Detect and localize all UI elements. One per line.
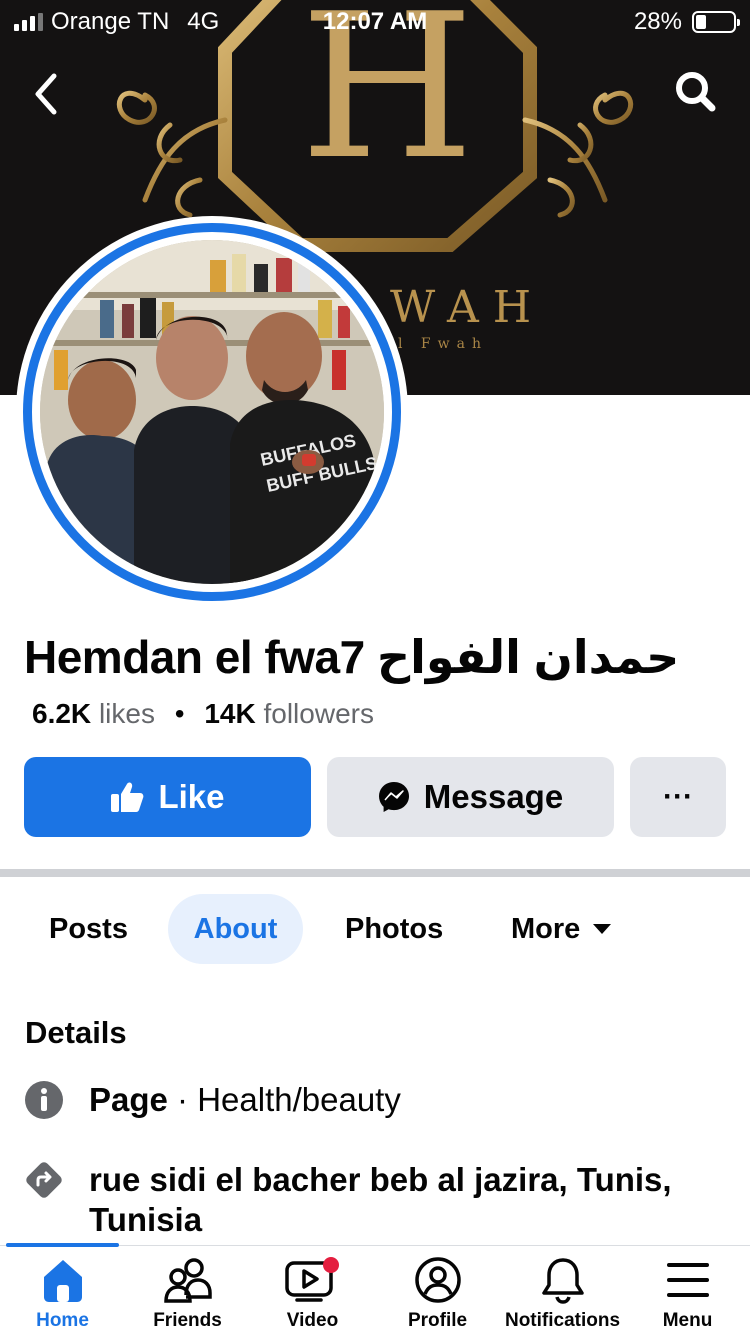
more-options-label: ··· [663, 780, 693, 813]
nav-home-label: Home [36, 1310, 89, 1331]
search-icon [676, 72, 716, 112]
status-bar: Orange TN 4G 12:07 AM 28% [0, 0, 750, 44]
messenger-icon [378, 782, 409, 812]
category-prefix: Page [89, 1081, 168, 1118]
tab-about-label: About [193, 912, 278, 945]
profile-photo: BUFFALOS BUFF BULLS [40, 240, 384, 584]
nav-profile[interactable]: Profile [375, 1254, 500, 1332]
category-value[interactable]: Health/beauty [197, 1081, 401, 1118]
details-heading: Details [25, 1015, 127, 1050]
like-button-label: Like [158, 778, 225, 815]
nav-menu[interactable]: Menu [625, 1254, 750, 1332]
nav-friends-label: Friends [153, 1310, 222, 1331]
back-button[interactable] [24, 66, 72, 122]
battery-level [696, 15, 706, 29]
video-icon [284, 1257, 339, 1302]
stats-separator: • [174, 698, 185, 729]
message-button-label: Message [423, 778, 564, 815]
likes-label: likes [98, 698, 155, 729]
notification-dot [322, 1257, 339, 1273]
nav-notifications[interactable]: Notifications [500, 1254, 625, 1332]
section-divider [0, 869, 750, 877]
bell-icon [541, 1258, 584, 1304]
caret-down-icon [593, 924, 612, 934]
profile-photo-illustration: BUFFALOS BUFF BULLS [40, 240, 384, 584]
category-separator: · [167, 1081, 198, 1118]
more-options-button[interactable]: ··· [630, 757, 726, 837]
tab-posts-label: Posts [49, 912, 128, 945]
page-category: Page · Health/beauty [89, 1080, 401, 1120]
followers-count: 14K [204, 698, 256, 729]
nav-notifications-label: Notifications [504, 1310, 621, 1331]
nav-video-label: Video [286, 1310, 339, 1331]
nav-video[interactable]: Video [250, 1254, 375, 1332]
menu-icon [666, 1263, 709, 1297]
tab-photos-label: Photos [345, 912, 444, 945]
profile-icon [414, 1257, 461, 1303]
nav-menu-label: Menu [662, 1310, 713, 1331]
tab-posts[interactable]: Posts [49, 894, 128, 964]
cover-logo-subtext: l Fwah [398, 336, 488, 352]
nav-home[interactable]: Home [0, 1254, 125, 1332]
chevron-left-icon [35, 73, 57, 115]
cover-logo-text: WAH [390, 282, 546, 333]
info-icon [25, 1081, 63, 1119]
directions-icon [26, 1162, 62, 1198]
address-line-1: rue sidi el bacher beb al jazira, Tunis, [89, 1161, 672, 1198]
bottom-navigation: Home Friends Video Profile Notifications… [0, 1243, 750, 1334]
home-icon [43, 1260, 82, 1302]
active-tab-indicator [6, 1243, 119, 1247]
like-button[interactable]: Like [24, 757, 311, 837]
friends-icon [163, 1258, 212, 1303]
status-right: 28% [633, 8, 740, 36]
thumbs-up-icon [111, 782, 144, 812]
tab-more[interactable]: More [511, 894, 612, 964]
profile-picture[interactable]: BUFFALOS BUFF BULLS [16, 216, 408, 608]
page-address[interactable]: rue sidi el bacher beb al jazira, Tunis,… [89, 1160, 729, 1240]
likes-count: 6.2K [32, 698, 92, 729]
tab-more-label: More [511, 912, 581, 945]
page-stats: 6.2K likes • 14K followers [32, 698, 374, 730]
tab-photos[interactable]: Photos [345, 894, 443, 964]
nav-profile-label: Profile [407, 1310, 468, 1331]
nav-friends[interactable]: Friends [125, 1254, 250, 1332]
tab-about[interactable]: About [168, 894, 303, 964]
battery-percent: 28% [633, 8, 682, 35]
message-button[interactable]: Message [327, 757, 614, 837]
battery-icon [692, 11, 740, 33]
followers-label: followers [263, 698, 374, 729]
address-line-2: Tunisia [89, 1201, 203, 1238]
page-title: Hemdan el fwa7 حمدان الفواح [24, 631, 680, 683]
search-button[interactable] [670, 66, 722, 118]
